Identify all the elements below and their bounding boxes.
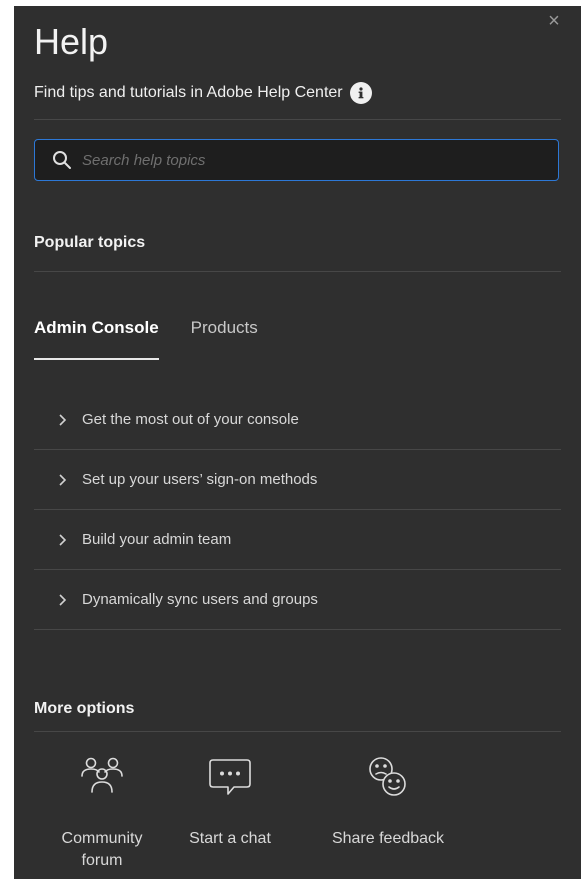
chevron-right-icon: [59, 593, 67, 606]
divider: [34, 731, 561, 732]
search-box[interactable]: [34, 139, 559, 181]
option-label-line: Community: [61, 830, 143, 847]
search-input[interactable]: [82, 151, 558, 169]
divider: [34, 119, 561, 120]
info-icon[interactable]: [349, 82, 372, 104]
start-chat-option[interactable]: Start a chat: [175, 754, 285, 850]
close-icon[interactable]: ×: [543, 10, 565, 32]
more-options-heading: More options: [34, 700, 135, 717]
share-feedback-label: Share feedback: [331, 830, 445, 847]
page-title: Help: [34, 21, 109, 62]
option-label-line: forum: [81, 852, 123, 869]
help-panel: × Help Find tips and tutorials in Adobe …: [14, 6, 581, 879]
popular-topics-heading: Popular topics: [34, 234, 146, 251]
community-icon: [81, 757, 123, 793]
topic-label: Get the most out of your console: [82, 411, 299, 428]
share-feedback-option[interactable]: Share feedback: [320, 754, 456, 850]
topic-item-sign-on[interactable]: Set up your users’ sign-on methods: [34, 450, 561, 510]
search-icon: [53, 151, 71, 169]
chevron-right-icon: [59, 473, 67, 486]
topic-item-console[interactable]: Get the most out of your console: [34, 390, 561, 450]
chevron-right-icon: [59, 413, 67, 426]
help-center-row: Find tips and tutorials in Adobe Help Ce…: [34, 82, 372, 104]
topic-label: Dynamically sync users and groups: [82, 591, 318, 608]
chat-icon: [209, 759, 251, 795]
topic-tabs: Admin Console Products: [34, 318, 258, 360]
tab-admin-console[interactable]: Admin Console: [34, 318, 159, 360]
tab-products[interactable]: Products: [191, 318, 258, 360]
community-forum-option[interactable]: Community forum: [56, 754, 148, 872]
topic-list: Get the most out of your console Set up …: [34, 390, 561, 630]
start-chat-label: Start a chat: [189, 830, 271, 847]
topic-label: Build your admin team: [82, 531, 232, 548]
community-forum-label: Community forum: [62, 828, 143, 872]
topic-item-admin-team[interactable]: Build your admin team: [34, 510, 561, 570]
topic-item-sync[interactable]: Dynamically sync users and groups: [34, 570, 561, 630]
help-center-subtitle: Find tips and tutorials in Adobe Help Ce…: [34, 84, 343, 101]
topic-label: Set up your users’ sign-on methods: [82, 471, 318, 488]
chevron-right-icon: [59, 533, 67, 546]
divider: [34, 271, 561, 272]
feedback-icon: [369, 757, 406, 796]
